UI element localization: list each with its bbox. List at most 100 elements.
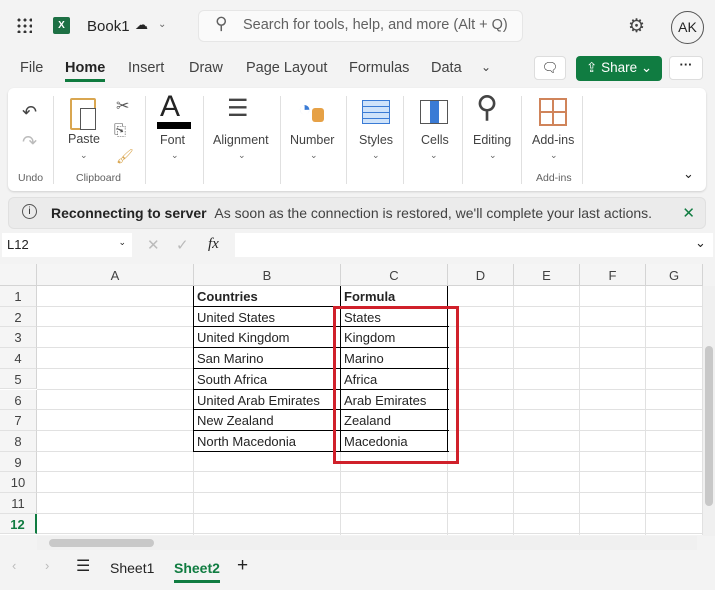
- excel-logo-icon: X: [53, 17, 70, 34]
- tab-page-layout[interactable]: Page Layout: [246, 60, 327, 76]
- name-box-value: L12: [7, 237, 29, 252]
- tab-data[interactable]: Data: [431, 60, 462, 76]
- group-label-undo: Undo: [18, 172, 44, 184]
- horizontal-scrollbar[interactable]: [37, 536, 697, 550]
- chevron-down-icon: ⌄: [118, 237, 126, 247]
- row-header[interactable]: 8: [0, 430, 37, 452]
- insert-function-button[interactable]: fx: [208, 236, 219, 253]
- column-header[interactable]: G: [646, 264, 703, 286]
- cell-b3[interactable]: United Kingdom: [194, 327, 341, 348]
- tab-file[interactable]: File: [20, 60, 43, 76]
- add-sheet-button[interactable]: +: [237, 555, 248, 577]
- formula-bar: L12 ⌄ ✕ ✓ fx ⌄: [0, 233, 715, 259]
- column-header[interactable]: E: [514, 264, 580, 286]
- add-ins-icon: [539, 98, 567, 126]
- alignment-icon: ☰: [227, 95, 249, 122]
- app-launcher-icon[interactable]: [16, 17, 32, 33]
- chevron-down-icon[interactable]: ⌄: [158, 19, 166, 30]
- highlight-box: [333, 306, 459, 464]
- alignment-button[interactable]: Alignment: [213, 133, 269, 147]
- row-header[interactable]: 1: [0, 286, 37, 307]
- column-header[interactable]: C: [341, 264, 448, 286]
- banner-title: Reconnecting to server: [51, 205, 207, 221]
- column-header[interactable]: B: [194, 264, 341, 286]
- number-button[interactable]: Number: [290, 133, 334, 147]
- cell-b1[interactable]: Countries: [194, 286, 341, 307]
- next-sheet-icon[interactable]: ›: [45, 558, 49, 573]
- group-label-clipboard: Clipboard: [76, 172, 121, 184]
- avatar[interactable]: AK: [671, 11, 704, 44]
- banner-message: As soon as the connection is restored, w…: [214, 205, 653, 221]
- row-header[interactable]: 3: [0, 327, 37, 349]
- column-header[interactable]: D: [448, 264, 514, 286]
- row-header[interactable]: 10: [0, 472, 37, 493]
- share-icon: ⇪: [586, 60, 602, 75]
- row-header[interactable]: 12: [0, 513, 37, 535]
- reconnecting-banner: i Reconnecting to server As soon as the …: [8, 197, 706, 229]
- sheet-tab-sheet1[interactable]: Sheet1: [110, 560, 154, 576]
- group-label-add-ins: Add-ins: [536, 172, 572, 184]
- number-format-icon: ◔: [298, 96, 312, 121]
- editing-button[interactable]: Editing: [473, 133, 511, 147]
- styles-button[interactable]: Styles: [359, 133, 393, 147]
- editing-search-icon: ⚲: [476, 91, 498, 124]
- tab-insert[interactable]: Insert: [128, 60, 164, 76]
- more-tabs-chevron-icon[interactable]: ⌄: [481, 60, 491, 74]
- vertical-scrollbar[interactable]: [703, 286, 715, 536]
- name-box[interactable]: L12 ⌄: [2, 233, 132, 257]
- ribbon-expand-chevron-icon[interactable]: ⌄: [683, 166, 694, 182]
- cells-icon: [420, 100, 448, 124]
- row-header[interactable]: 9: [0, 451, 37, 473]
- column-header[interactable]: F: [580, 264, 646, 286]
- cell-c1[interactable]: Formula: [341, 286, 448, 307]
- title-bar: X Book1 ☁ ⌄ ⚲ Search for tools, help, and…: [0, 0, 715, 52]
- undo-icon[interactable]: ↶: [22, 102, 37, 123]
- cell-b5[interactable]: South Africa: [194, 369, 341, 390]
- cancel-icon[interactable]: ✕: [147, 236, 160, 254]
- prev-sheet-icon[interactable]: ‹: [12, 558, 16, 573]
- add-ins-button[interactable]: Add-ins: [532, 133, 574, 147]
- enter-check-icon[interactable]: ✓: [176, 236, 189, 254]
- cut-icon[interactable]: ✂: [116, 96, 129, 116]
- comments-button[interactable]: 🗨: [534, 56, 566, 80]
- cell-b6[interactable]: United Arab Emirates: [194, 390, 341, 411]
- font-button[interactable]: Font: [160, 133, 185, 147]
- row-header[interactable]: 4: [0, 348, 37, 369]
- styles-icon: [362, 100, 390, 124]
- tab-formulas[interactable]: Formulas: [349, 60, 409, 76]
- copy-icon[interactable]: ⎘: [114, 122, 126, 139]
- row-header[interactable]: 11: [0, 493, 37, 514]
- expand-formula-bar-icon[interactable]: ⌄: [695, 235, 706, 251]
- settings-gear-icon[interactable]: ⚙: [628, 15, 645, 38]
- share-button[interactable]: ⇪ Share ⌄: [576, 56, 662, 81]
- share-label: Share: [601, 60, 638, 75]
- redo-icon[interactable]: ↷: [22, 132, 37, 153]
- row-header[interactable]: 2: [0, 306, 37, 328]
- row-header[interactable]: 5: [0, 368, 37, 390]
- file-name[interactable]: Book1: [87, 18, 130, 35]
- cell-b4[interactable]: San Marino: [194, 348, 341, 369]
- row-header[interactable]: 6: [0, 389, 37, 411]
- search-placeholder: Search for tools, help, and more (Alt + …: [243, 17, 508, 33]
- search-input[interactable]: ⚲ Search for tools, help, and more (Alt +…: [198, 10, 523, 42]
- cell-b2[interactable]: United States: [194, 307, 341, 328]
- paste-icon[interactable]: [70, 98, 96, 130]
- tab-draw[interactable]: Draw: [189, 60, 223, 76]
- close-icon[interactable]: ✕: [682, 204, 695, 222]
- cell-b7[interactable]: New Zealand: [194, 410, 341, 431]
- formula-input[interactable]: [235, 233, 713, 257]
- cells-button[interactable]: Cells: [421, 133, 449, 147]
- more-options-button[interactable]: ···: [669, 56, 703, 80]
- column-header[interactable]: A: [37, 264, 194, 286]
- paste-button[interactable]: Paste: [68, 132, 100, 146]
- ribbon: ↶ ↷ Undo Paste ⌄ ✂ ⎘ 🖌 Clipboard A Font ⌄…: [8, 88, 706, 191]
- tab-home[interactable]: Home: [65, 60, 106, 82]
- select-all-corner[interactable]: [0, 264, 37, 286]
- format-painter-icon[interactable]: 🖌: [116, 148, 134, 165]
- cloud-saved-icon[interactable]: ☁: [135, 17, 148, 33]
- all-sheets-menu-icon[interactable]: ☰: [76, 556, 90, 576]
- sheet-tab-sheet2[interactable]: Sheet2: [174, 560, 220, 583]
- cell-b8[interactable]: North Macedonia: [194, 431, 341, 452]
- row-header[interactable]: 7: [0, 410, 37, 431]
- info-icon: i: [22, 204, 37, 219]
